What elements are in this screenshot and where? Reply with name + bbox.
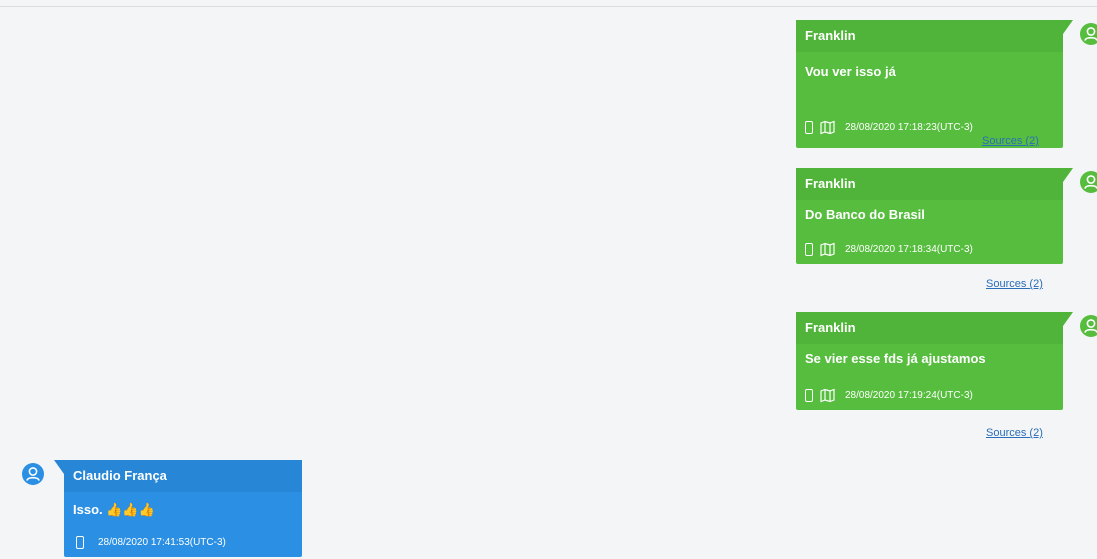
- message-timestamp: 28/08/2020 17:18:23(UTC-3): [845, 121, 973, 133]
- phone-icon: [76, 535, 84, 549]
- top-divider: [0, 6, 1097, 7]
- avatar-icon[interactable]: [1080, 23, 1097, 45]
- message-text: Se vier esse fds já ajustamos: [805, 351, 986, 366]
- avatar-icon[interactable]: [1080, 315, 1097, 337]
- map-icon: [820, 120, 835, 134]
- message-bubble: Franklin Se vier esse fds já ajustamos 2…: [796, 312, 1073, 410]
- chat-message-outgoing: Franklin Do Banco do Brasil 28/08/2020 1…: [796, 168, 1097, 290]
- map-icon: [820, 242, 835, 256]
- sender-name: Franklin: [796, 168, 1063, 200]
- message-bubble: Franklin Vou ver isso já 28/08/2020 17:1…: [796, 20, 1073, 148]
- sources-link[interactable]: Sources (2): [982, 135, 1063, 147]
- message-timestamp: 28/08/2020 17:41:53(UTC-3): [98, 536, 226, 548]
- bubble-tail: [1063, 168, 1073, 182]
- sender-name: Franklin: [796, 20, 1063, 52]
- message-meta: 28/08/2020 17:18:23(UTC-3): [805, 118, 973, 136]
- bubble-tail: [54, 460, 64, 474]
- phone-icon: [805, 120, 813, 134]
- sources-link[interactable]: Sources (2): [986, 278, 1063, 290]
- message-bubble: Franklin Do Banco do Brasil 28/08/2020 1…: [796, 168, 1073, 264]
- message-meta: 28/08/2020 17:18:34(UTC-3): [805, 240, 973, 258]
- sender-name: Franklin: [796, 312, 1063, 344]
- message-text: Vou ver isso já: [805, 64, 896, 79]
- avatar-icon[interactable]: [1080, 171, 1097, 193]
- message-timestamp: 28/08/2020 17:18:34(UTC-3): [845, 243, 973, 255]
- message-text: Do Banco do Brasil: [805, 207, 925, 222]
- chat-message-outgoing: Franklin Vou ver isso já 28/08/2020 17:1…: [796, 20, 1097, 148]
- avatar-icon[interactable]: [22, 463, 44, 485]
- message-text: Isso. 👍👍👍: [73, 502, 155, 517]
- message-timestamp: 28/08/2020 17:19:24(UTC-3): [845, 389, 973, 401]
- chat-message-incoming: Claudio França Isso. 👍👍👍 28/08/2020 17:4…: [22, 460, 302, 557]
- phone-icon: [805, 388, 813, 402]
- sender-name: Claudio França: [64, 460, 302, 492]
- map-icon: [820, 388, 835, 402]
- phone-icon: [805, 242, 813, 256]
- bubble-tail: [1063, 312, 1073, 326]
- sources-link[interactable]: Sources (2): [986, 427, 1063, 439]
- message-bubble: Claudio França Isso. 👍👍👍 28/08/2020 17:4…: [54, 460, 302, 557]
- message-meta: 28/08/2020 17:19:24(UTC-3): [805, 386, 973, 404]
- chat-message-outgoing: Franklin Se vier esse fds já ajustamos 2…: [796, 312, 1097, 439]
- bubble-tail: [1063, 20, 1073, 34]
- message-meta: 28/08/2020 17:41:53(UTC-3): [76, 533, 226, 551]
